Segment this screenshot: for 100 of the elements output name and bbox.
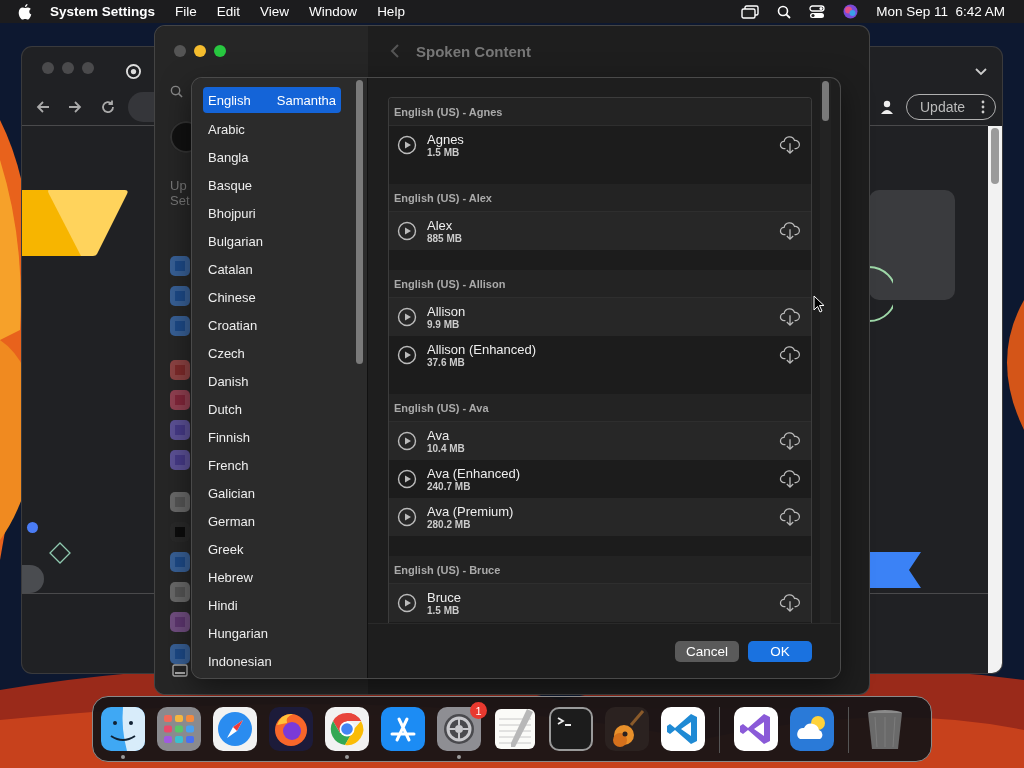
sidebar-tile-icon[interactable] (170, 492, 190, 512)
display-icon[interactable] (172, 664, 188, 678)
orb-icon[interactable] (843, 4, 859, 19)
voice-row[interactable]: Allison 9.9 MB (389, 298, 811, 336)
play-icon[interactable] (397, 469, 417, 489)
app-menu[interactable]: System Settings (50, 4, 156, 19)
cloud-download-icon[interactable] (779, 593, 801, 613)
language-item[interactable]: Arabic (203, 115, 341, 143)
play-icon[interactable] (397, 135, 417, 155)
more-icon[interactable] (981, 100, 985, 114)
language-item[interactable]: Chinese (203, 283, 341, 311)
language-item[interactable]: Indonesian (203, 647, 341, 675)
screen-mirroring-icon[interactable] (741, 4, 760, 19)
reload-icon[interactable] (100, 99, 116, 115)
scroll-thumb[interactable] (356, 80, 363, 364)
grid-icon[interactable] (157, 707, 201, 751)
sidebar-tile-icon[interactable] (170, 360, 190, 380)
gear-icon[interactable] (437, 707, 481, 751)
guitar-icon[interactable] (605, 707, 649, 751)
sidebar-tile-icon[interactable] (170, 552, 190, 572)
language-item[interactable]: Galician (203, 479, 341, 507)
menu-item[interactable]: Help (377, 4, 405, 19)
language-item[interactable]: Danish (203, 367, 341, 395)
play-icon[interactable] (397, 221, 417, 241)
minimize-button[interactable] (194, 45, 206, 57)
language-item[interactable]: German (203, 507, 341, 535)
scroll-bar[interactable] (988, 126, 1002, 673)
play-icon[interactable] (397, 431, 417, 451)
cloud-download-icon[interactable] (779, 431, 801, 451)
a-strokes-icon[interactable] (381, 707, 425, 751)
chevron-ribbon-icon[interactable] (661, 707, 705, 751)
voice-row[interactable]: Bruce 1.5 MB (389, 584, 811, 622)
cancel-button[interactable]: Cancel (675, 640, 739, 662)
sidebar-tile-icon[interactable] (170, 644, 190, 664)
voice-row[interactable]: Ava (Premium) 280.2 MB (389, 498, 811, 536)
cloud-download-icon[interactable] (779, 507, 801, 527)
language-item[interactable]: Croatian (203, 311, 341, 339)
terminal-icon[interactable] (549, 707, 593, 751)
voice-size: 10.4 MB (427, 442, 466, 455)
menu-item[interactable]: File (175, 4, 197, 19)
toggles-icon[interactable] (809, 4, 826, 19)
infinity-ribbon-icon[interactable] (734, 707, 778, 751)
forward-arrow-icon[interactable] (67, 99, 83, 115)
voice-row[interactable]: Alex 885 MB (389, 212, 811, 250)
scroll-thumb[interactable] (822, 81, 829, 121)
dot-icon (27, 522, 38, 533)
cloud-download-icon[interactable] (779, 135, 801, 155)
language-item[interactable]: English Samantha (203, 87, 341, 113)
apple-icon[interactable] (18, 3, 32, 20)
scroll-thumb[interactable] (991, 128, 999, 184)
sidebar-tile-icon[interactable] (170, 450, 190, 470)
language-item[interactable]: Dutch (203, 395, 341, 423)
smiling-face-icon[interactable] (101, 707, 145, 751)
language-item[interactable]: Bangla (203, 143, 341, 171)
play-icon[interactable] (397, 507, 417, 527)
chevron-down-icon[interactable] (974, 67, 988, 77)
language-item[interactable]: French (203, 451, 341, 479)
sidebar-tile-icon[interactable] (170, 612, 190, 632)
cloud-sun-icon[interactable] (790, 707, 834, 751)
cloud-download-icon[interactable] (779, 469, 801, 489)
zoom-button[interactable] (214, 45, 226, 57)
cloud-download-icon[interactable] (779, 307, 801, 327)
voice-size: 240.7 MB (427, 480, 471, 493)
compass-icon[interactable] (213, 707, 257, 751)
language-item[interactable]: Hungarian (203, 619, 341, 647)
play-icon[interactable] (397, 345, 417, 365)
ring-logo-icon[interactable] (325, 707, 369, 751)
sidebar-tile-icon[interactable] (170, 256, 190, 276)
language-item[interactable]: Bulgarian (203, 227, 341, 255)
notepad-icon[interactable] (493, 707, 537, 751)
sidebar-tile-icon[interactable] (170, 286, 190, 306)
ok-button[interactable]: OK (748, 640, 812, 662)
language-item[interactable]: Basque (203, 171, 341, 199)
language-item[interactable]: Czech (203, 339, 341, 367)
menu-bar-clock[interactable]: Mon Sep 11 6:42 AM (876, 4, 1005, 19)
voice-row[interactable]: Ava 10.4 MB (389, 422, 811, 460)
play-icon[interactable] (397, 593, 417, 613)
menu-item[interactable]: Window (309, 4, 358, 19)
language-item[interactable]: Finnish (203, 423, 341, 451)
cloud-download-icon[interactable] (779, 221, 801, 241)
globe-icon[interactable] (269, 707, 313, 751)
language-item[interactable]: Greek (203, 535, 341, 563)
menu-item[interactable]: Edit (216, 4, 241, 19)
sidebar-text: Up (170, 178, 187, 193)
language-item[interactable]: Hebrew (203, 563, 341, 591)
sidebar-tile-icon[interactable] (170, 390, 190, 410)
language-item[interactable]: Catalan (203, 255, 341, 283)
search-icon[interactable] (777, 4, 792, 19)
cloud-download-icon[interactable] (779, 345, 801, 365)
sidebar-tile-icon[interactable] (170, 420, 190, 440)
back-arrow-icon[interactable] (35, 99, 51, 115)
sidebar-tile-icon[interactable] (170, 582, 190, 602)
profile-icon[interactable] (879, 99, 895, 115)
menu-item[interactable]: View (260, 4, 290, 19)
sidebar-tile-icon[interactable] (170, 316, 190, 336)
play-icon[interactable] (397, 307, 417, 327)
window-title: Spoken Content (416, 42, 531, 60)
voice-name: Ava (Enhanced) (427, 465, 521, 481)
language-item[interactable]: Bhojpuri (203, 199, 341, 227)
language-item[interactable]: Hindi (203, 591, 341, 619)
